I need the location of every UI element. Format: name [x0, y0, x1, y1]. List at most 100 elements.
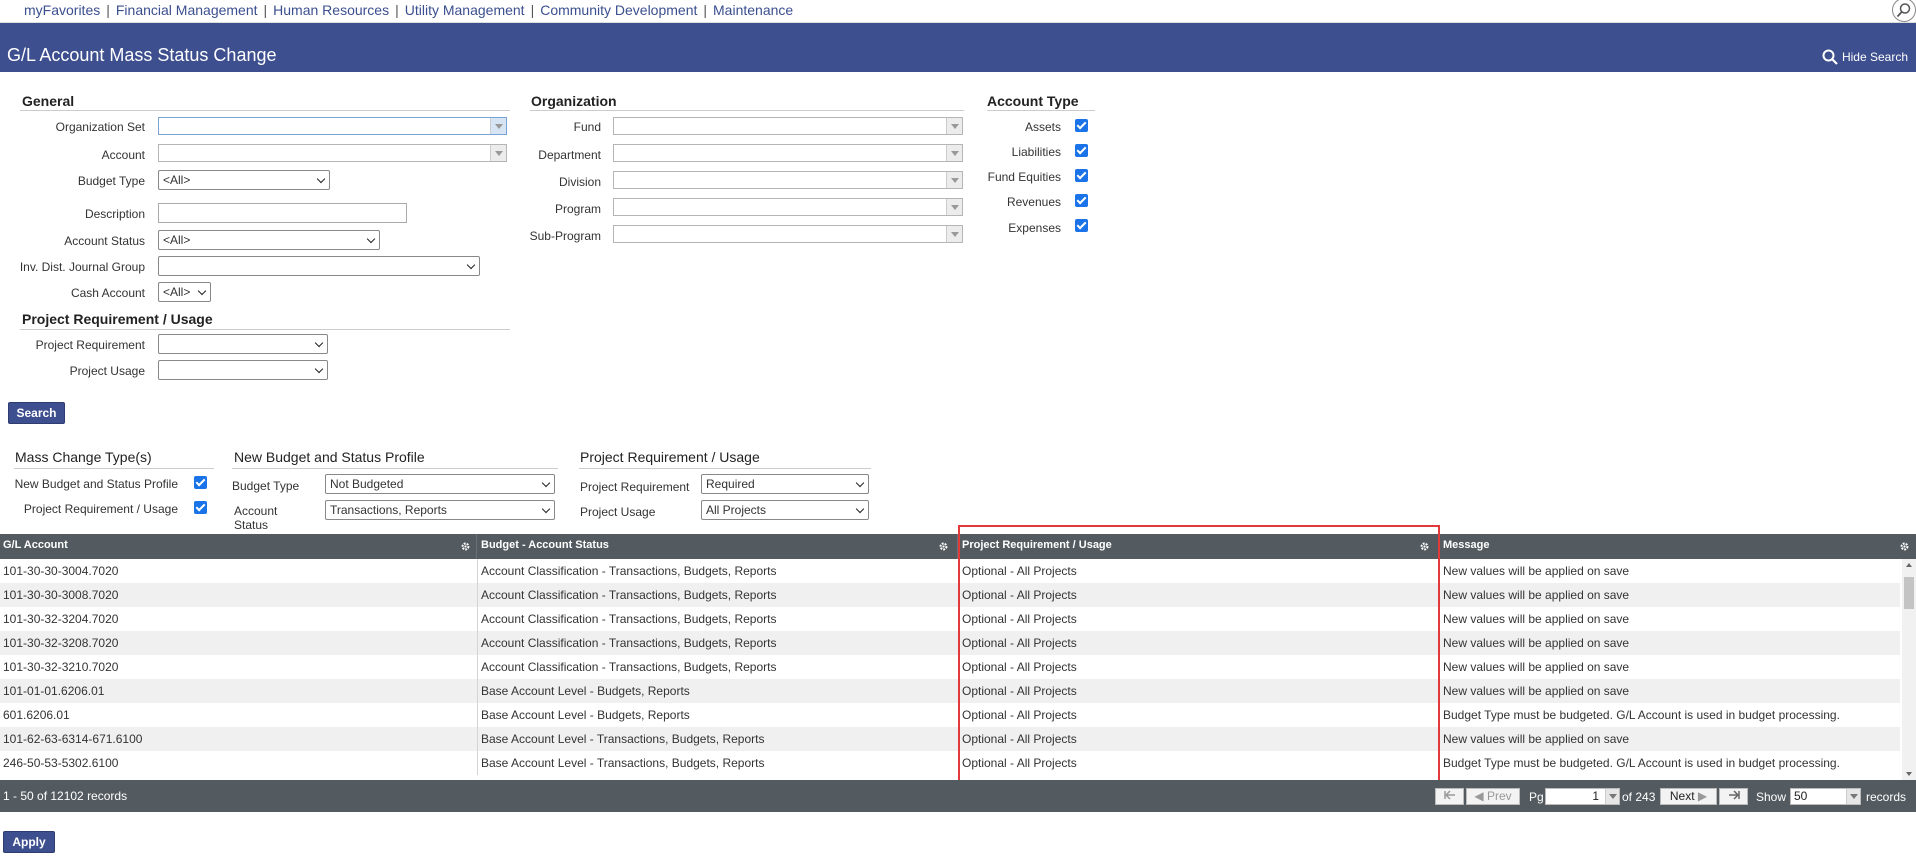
chevron-down-icon[interactable]: [490, 145, 506, 161]
nav-link-utility-management[interactable]: Utility Management: [405, 2, 525, 18]
expenses-label: Expenses: [1008, 221, 1061, 235]
apply-button[interactable]: Apply: [3, 831, 55, 853]
gear-icon[interactable]: [1899, 541, 1910, 552]
cash-account-select[interactable]: <All>: [158, 282, 211, 302]
new-budget-type-select[interactable]: Not Budgeted: [325, 474, 555, 494]
table-row[interactable]: 101-30-30-3008.7020 Account Classificati…: [0, 583, 1900, 607]
first-page-icon: [1443, 790, 1455, 800]
project-req-checkbox[interactable]: [194, 501, 207, 514]
project-req-usage-divider: [579, 468, 871, 469]
sub-program-combo[interactable]: [613, 225, 963, 243]
assets-checkbox[interactable]: [1075, 119, 1088, 132]
nav-link-myfavorites[interactable]: myFavorites: [24, 2, 100, 18]
message-cell: New values will be applied on save: [1443, 588, 1630, 602]
nav-links: myFavorites | Financial Management | Human R…: [24, 2, 793, 18]
column-header-project-requirement[interactable]: Project Requirement / Usage: [959, 534, 1439, 559]
nav-link-human-resources[interactable]: Human Resources: [273, 2, 389, 18]
nav-link-maintenance[interactable]: Maintenance: [713, 2, 793, 18]
budget-type-select[interactable]: <All>: [158, 170, 330, 190]
scroll-up-icon[interactable]: [1906, 563, 1912, 567]
project-req-usage-title: Project Requirement / Usage: [580, 449, 760, 465]
organization-set-combo[interactable]: [158, 117, 507, 135]
inv-dist-journal-group-select[interactable]: [158, 256, 480, 276]
project-usage-filter-label: Project Usage: [69, 364, 145, 378]
nav-link-community-development[interactable]: Community Development: [540, 2, 697, 18]
new-budget-type-label: Budget Type: [232, 479, 300, 493]
table-row[interactable]: 601.6206.01 Base Account Level - Budgets…: [0, 703, 1900, 727]
search-button[interactable]: Search: [8, 402, 65, 424]
division-label: Division: [558, 175, 601, 189]
description-input[interactable]: [158, 203, 407, 223]
division-combo[interactable]: [613, 171, 963, 189]
table-row[interactable]: 101-30-32-3208.7020 Account Classificati…: [0, 631, 1900, 655]
global-search-icon[interactable]: [1892, 0, 1916, 22]
table-row[interactable]: 246-50-53-5302.6100 Base Account Level -…: [0, 751, 1900, 775]
fund-equities-checkbox[interactable]: [1075, 169, 1088, 182]
grid-header: G/L Account Budget - Account Status Proj…: [0, 534, 1916, 559]
page-number-input[interactable]: 1: [1545, 788, 1620, 805]
scrollbar-thumb[interactable]: [1904, 577, 1914, 609]
nav-link-financial-management[interactable]: Financial Management: [116, 2, 258, 18]
department-combo[interactable]: [613, 144, 963, 162]
grid-scrollbar[interactable]: [1902, 559, 1916, 780]
column-header-budget-status[interactable]: Budget - Account Status: [478, 534, 958, 559]
gl-account-cell: 101-30-32-3208.7020: [0, 631, 478, 655]
chevron-down-icon[interactable]: [946, 199, 962, 215]
table-row[interactable]: 101-01-01.6206.01 Base Account Level - B…: [0, 679, 1900, 703]
program-combo[interactable]: [613, 198, 963, 216]
account-status-label: Account Status: [64, 234, 145, 248]
new-project-requirement-select[interactable]: Required: [701, 474, 869, 494]
account-type-divider: [987, 110, 1095, 111]
table-row[interactable]: 101-30-32-3204.7020 Account Classificati…: [0, 607, 1900, 631]
new-account-status-label: Account Status: [234, 504, 278, 532]
table-row[interactable]: 101-30-32-3210.7020 Account Classificati…: [0, 655, 1900, 679]
cash-account-label: Cash Account: [70, 286, 145, 300]
budget-status-cell: Account Classification - Transactions, B…: [478, 559, 959, 583]
table-row[interactable]: 101-62-63-6314-671.6100 Base Account Lev…: [0, 727, 1900, 751]
record-count: 1 - 50 of 12102 records: [3, 789, 128, 803]
chevron-down-icon[interactable]: [946, 172, 962, 188]
chevron-down-icon[interactable]: [946, 226, 962, 242]
account-status-select[interactable]: <All>: [158, 230, 380, 250]
chevron-down-icon[interactable]: [946, 118, 962, 134]
page-size-select[interactable]: 50: [1790, 788, 1861, 805]
description-label: Description: [84, 207, 145, 221]
show-label: Show: [1756, 790, 1787, 804]
chevron-down-icon[interactable]: [490, 118, 506, 134]
message-cell: Budget Type must be budgeted. G/L Accoun…: [1443, 756, 1840, 770]
project-requirement-filter-select[interactable]: [158, 334, 328, 354]
expenses-checkbox[interactable]: [1075, 219, 1088, 232]
chevron-down-icon[interactable]: [946, 145, 962, 161]
prev-page-button[interactable]: ◀ Prev: [1466, 788, 1520, 805]
gl-account-cell: 601.6206.01: [0, 703, 478, 727]
gear-icon[interactable]: [938, 541, 949, 552]
project-requirement-cell: Optional - All Projects: [959, 655, 1440, 679]
new-project-usage-select[interactable]: All Projects: [701, 500, 869, 520]
hide-search-button[interactable]: Hide Search: [1822, 49, 1908, 65]
account-combo[interactable]: [158, 144, 507, 162]
gl-account-cell: 101-62-63-6314-671.6100: [0, 727, 478, 751]
column-header-gl-account[interactable]: G/L Account: [0, 534, 477, 559]
scroll-down-icon[interactable]: [1906, 772, 1912, 776]
liabilities-checkbox[interactable]: [1075, 144, 1088, 157]
table-row[interactable]: 101-30-30-3004.7020 Account Classificati…: [0, 559, 1900, 583]
column-header-message[interactable]: Message: [1440, 534, 1916, 559]
chevron-down-icon[interactable]: [1605, 789, 1619, 804]
last-page-button[interactable]: [1719, 788, 1748, 805]
fund-combo[interactable]: [613, 117, 963, 135]
message-cell: New values will be applied on save: [1443, 660, 1630, 674]
chevron-down-icon[interactable]: [1846, 789, 1860, 804]
revenues-checkbox[interactable]: [1075, 194, 1088, 207]
grid-footer: 1 - 50 of 12102 records ◀ Prev Pg 1 of 2…: [0, 780, 1916, 812]
new-account-status-select[interactable]: Transactions, Reports: [325, 500, 555, 520]
prev-arrow-icon: ◀: [1474, 789, 1484, 803]
new-budget-checkbox[interactable]: [194, 476, 207, 489]
first-page-button[interactable]: [1435, 788, 1464, 805]
gear-icon[interactable]: [1419, 541, 1430, 552]
message-cell: New values will be applied on save: [1443, 612, 1630, 626]
organization-set-label: Organization Set: [55, 120, 145, 134]
gear-icon[interactable]: [460, 541, 471, 552]
next-page-button[interactable]: Next ▶: [1660, 788, 1717, 805]
project-requirement-cell: Optional - All Projects: [959, 727, 1440, 751]
project-usage-filter-select[interactable]: [158, 360, 328, 380]
